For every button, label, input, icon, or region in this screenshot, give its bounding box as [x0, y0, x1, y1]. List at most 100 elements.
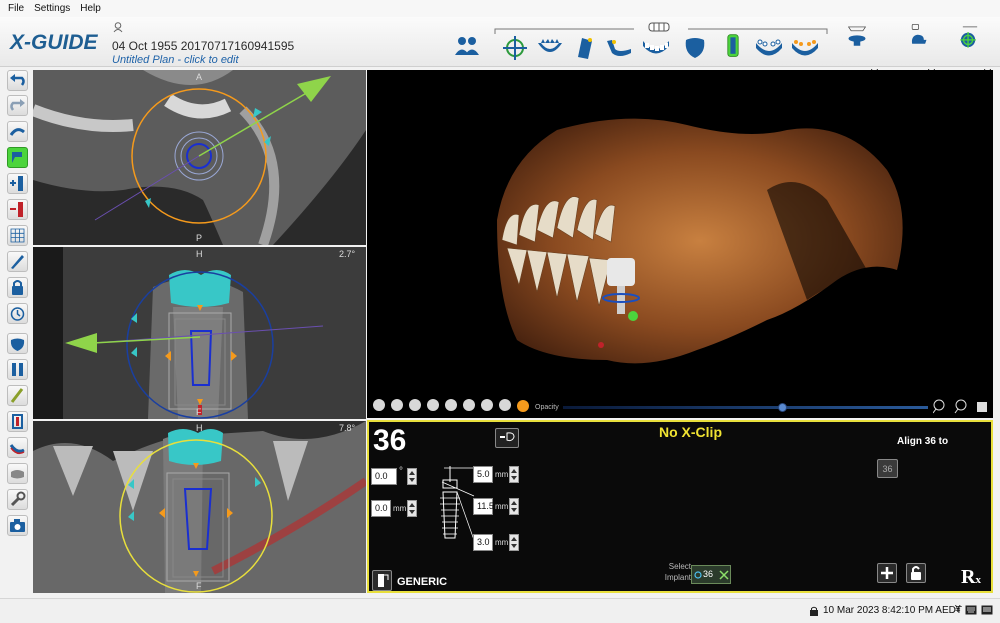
depth-unit: mm	[495, 538, 509, 547]
status-symbol: ¥	[955, 604, 961, 615]
3d-view[interactable]: Opacity	[367, 70, 993, 418]
settings-face-icon[interactable]	[903, 23, 933, 49]
implant-library-button[interactable]	[372, 570, 392, 591]
lower-arch-orange-icon[interactable]	[790, 35, 820, 61]
sleeve-button[interactable]	[7, 411, 28, 432]
coronal-scan-image	[33, 247, 366, 419]
implant-tool-button[interactable]	[7, 147, 28, 168]
crosshair-tooth-icon[interactable]	[500, 35, 530, 61]
panoramic-icon[interactable]	[570, 35, 600, 61]
implant-icon[interactable]	[718, 33, 748, 59]
length-stepper[interactable]	[509, 498, 519, 515]
diameter-unit: mm	[495, 470, 509, 479]
magnify-out-icon	[955, 399, 967, 411]
angle-icon	[10, 388, 24, 403]
lock-button[interactable]	[906, 563, 926, 583]
grid-button[interactable]	[7, 225, 28, 246]
implant-brand: GENERIC	[397, 576, 448, 588]
offset-stepper[interactable]	[407, 500, 417, 517]
lock-tool-button[interactable]	[7, 277, 28, 298]
camera-button[interactable]	[7, 515, 28, 536]
bone-icon	[11, 470, 24, 479]
plan-name-link[interactable]: Untitled Plan - click to edit	[112, 54, 239, 66]
jaw-curve-icon[interactable]	[604, 35, 634, 61]
target-icon[interactable]	[955, 23, 985, 49]
grid-icon	[10, 228, 25, 243]
pencil-icon	[11, 255, 24, 269]
scan-device-icon[interactable]	[842, 23, 872, 49]
lower-arch-icon[interactable]	[754, 35, 784, 61]
crown-button[interactable]	[7, 333, 28, 354]
user-icon[interactable]	[113, 22, 123, 33]
selected-implant-chip[interactable]: 36	[691, 565, 731, 584]
implant-panel: 36 No X-Clip Align 36 to 36 0.0 ° 0.0 mm…	[367, 420, 993, 593]
coronal-label-foot: F	[196, 407, 202, 417]
cube-icon	[977, 402, 987, 412]
implant-label: Implant	[664, 573, 691, 582]
diameter-input[interactable]: 5.0	[473, 466, 493, 483]
sleeve-icon	[12, 414, 23, 429]
menu-help[interactable]: Help	[80, 3, 101, 14]
nerve-red-icon	[9, 444, 25, 455]
xclip-toggle-button[interactable]	[495, 428, 519, 448]
implant-library-icon	[378, 574, 389, 587]
diameter-stepper[interactable]	[509, 466, 519, 483]
offset-unit: mm	[393, 504, 407, 513]
annotation-button[interactable]	[7, 303, 28, 324]
monitor-icon[interactable]	[981, 605, 993, 615]
coronal-view[interactable]: H F 2.7°	[33, 247, 366, 419]
nerve-red-button[interactable]	[7, 437, 28, 458]
implant-diagram	[440, 466, 475, 541]
menu-settings[interactable]: Settings	[34, 3, 70, 14]
add-implant-button[interactable]	[7, 173, 28, 194]
teeth-group-icon	[648, 22, 670, 32]
menu-file[interactable]: File	[8, 3, 24, 14]
sagittal-scan-image	[33, 421, 366, 593]
users-icon[interactable]	[452, 33, 482, 59]
angle-input[interactable]: 0.0	[371, 468, 397, 485]
angle-button[interactable]	[7, 385, 28, 406]
remove-implant-x-icon[interactable]	[719, 570, 729, 580]
status-bar: 10 Mar 2023 8:42:10 PM AEDT ¥	[0, 598, 1000, 623]
undo-button[interactable]	[7, 70, 28, 91]
bone-button[interactable]	[7, 463, 28, 484]
selected-implant-label: 36	[703, 569, 714, 579]
remove-implant-button[interactable]	[7, 199, 28, 220]
lock-icon	[12, 280, 23, 295]
tooth-icon[interactable]	[680, 35, 710, 61]
parallel-icon	[12, 363, 23, 376]
nerve-icon	[9, 128, 25, 136]
depth-stepper[interactable]	[509, 534, 519, 551]
plus-icon	[881, 567, 893, 579]
wrench-icon	[10, 491, 26, 507]
align-tooth-button[interactable]: 36	[877, 459, 898, 478]
implant-tool-icon	[12, 152, 22, 163]
wrench-button[interactable]	[7, 489, 28, 510]
opacity-slider-thumb[interactable]	[778, 403, 787, 412]
angle-stepper[interactable]	[407, 468, 417, 485]
axial-view[interactable]: A P	[33, 70, 366, 245]
measure-button[interactable]	[7, 251, 28, 272]
remove-implant-icon	[10, 202, 23, 217]
opacity-slider-track[interactable]	[563, 406, 928, 409]
axial-label-posterior: P	[196, 233, 203, 243]
undo-icon	[10, 74, 25, 86]
teeth-row-icon[interactable]	[641, 35, 671, 61]
offset-input[interactable]: 0.0	[371, 500, 391, 517]
depth-input[interactable]: 3.0	[473, 534, 493, 551]
redo-icon	[10, 99, 25, 111]
rx-sub: x	[975, 574, 981, 586]
menu-bar: File Settings Help	[0, 0, 1000, 17]
parallel-button[interactable]	[7, 359, 28, 380]
sagittal-view[interactable]: H F 7.8°	[33, 421, 366, 593]
align-label: Align 36 to	[897, 436, 949, 447]
prescription-button[interactable]: Rx	[961, 566, 981, 589]
keyboard-icon[interactable]	[965, 605, 977, 615]
arch-icon[interactable]	[535, 35, 565, 61]
redo-button[interactable]	[7, 95, 28, 116]
tool-sidebar	[6, 70, 32, 590]
nerve-tool-button[interactable]	[7, 121, 28, 142]
add-button[interactable]	[877, 563, 897, 583]
magnify-icon	[933, 399, 945, 411]
length-input[interactable]: 11.5	[473, 498, 494, 515]
